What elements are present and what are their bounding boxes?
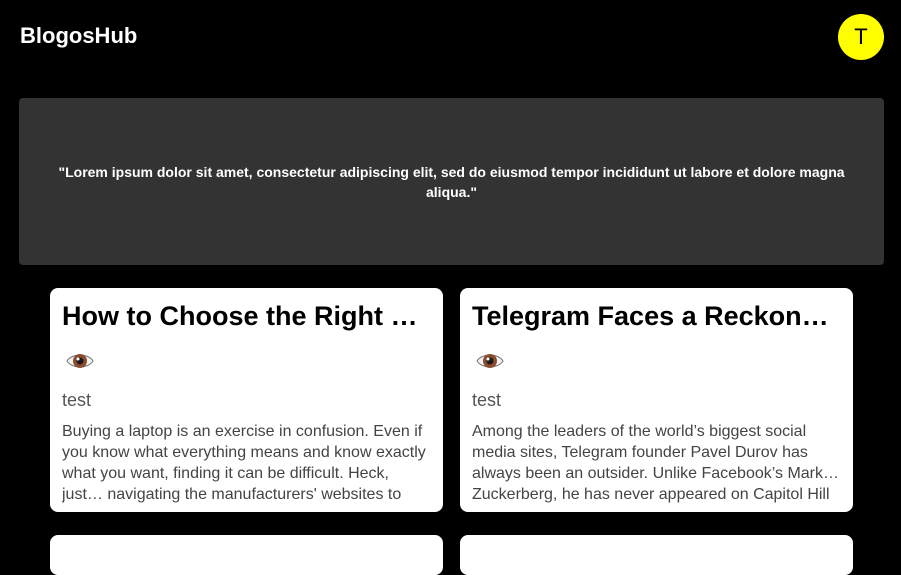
post-excerpt: Among the leaders of the world’s biggest… xyxy=(472,423,839,503)
post-card[interactable]: How to Choose the Right Laptop test Buyi… xyxy=(50,288,443,512)
post-tag: test xyxy=(472,390,502,410)
post-title[interactable]: How to Choose the Right Laptop xyxy=(62,300,424,332)
eye-icon xyxy=(475,348,505,374)
quote-banner: "Lorem ipsum dolor sit amet, consectetur… xyxy=(19,98,884,265)
post-card[interactable] xyxy=(460,535,853,575)
eye-icon xyxy=(65,348,95,374)
user-avatar[interactable]: T xyxy=(838,14,884,60)
post-tag: test xyxy=(62,390,92,410)
post-card[interactable] xyxy=(50,535,443,575)
post-title[interactable]: Telegram Faces a Reckoning xyxy=(472,300,834,332)
post-excerpt: Buying a laptop is an exercise in confus… xyxy=(62,423,426,503)
brand-logo[interactable]: BlogosHub xyxy=(20,23,137,49)
quote-text: "Lorem ipsum dolor sit amet, consectetur… xyxy=(58,163,845,200)
top-header: BlogosHub T xyxy=(0,0,901,75)
post-card[interactable]: Telegram Faces a Reckoning test Among th… xyxy=(460,288,853,512)
